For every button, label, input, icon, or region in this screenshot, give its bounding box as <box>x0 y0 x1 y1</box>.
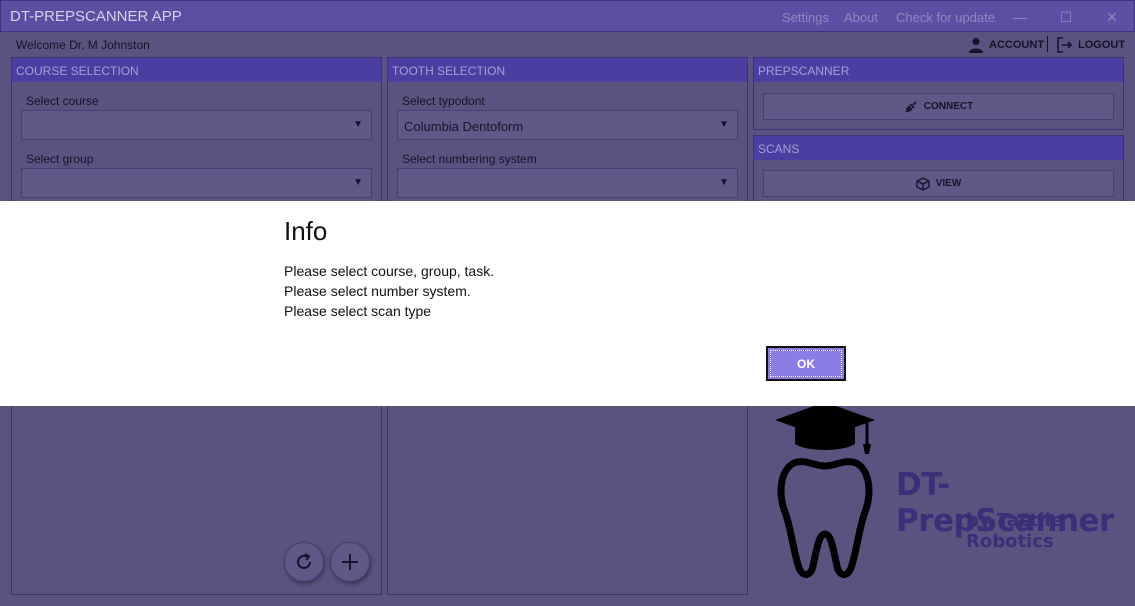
course-panel-title: COURSE SELECTION <box>12 58 381 82</box>
settings-link[interactable]: Settings <box>782 10 829 25</box>
group-select[interactable]: ▼ <box>21 168 372 198</box>
refresh-button[interactable] <box>284 542 324 582</box>
account-button[interactable]: ACCOUNT <box>968 37 1044 53</box>
app-title: DT-PREPSCANNER APP <box>10 8 182 25</box>
chevron-down-icon: ▼ <box>353 119 363 130</box>
scans-panel-title: SCANS <box>754 136 1123 160</box>
tooth-graduate-logo-icon <box>775 402 875 578</box>
refresh-icon <box>297 553 311 569</box>
title-bar: DT-PREPSCANNER APP Settings About Check … <box>0 0 1135 32</box>
chevron-down-icon: ▼ <box>353 177 363 188</box>
check-update-link[interactable]: Check for update <box>896 10 995 25</box>
view-button[interactable]: VIEW <box>763 170 1114 197</box>
logo-byline: by Tactile Robotics <box>966 510 1063 552</box>
dialog-message-line: Please select course, group, task. <box>284 263 495 279</box>
logout-label: LOGOUT <box>1078 39 1126 51</box>
dialog-message-line: Please select number system. <box>284 283 471 299</box>
minimize-button[interactable]: — <box>1009 7 1031 27</box>
numbering-label: Select numbering system <box>402 152 537 166</box>
chevron-down-icon: ▼ <box>719 177 729 188</box>
logout-button[interactable]: LOGOUT <box>1057 37 1125 53</box>
scans-panel: SCANS VIEW <box>753 135 1124 205</box>
welcome-text: Welcome Dr. M Johnston <box>16 38 150 52</box>
dialog-title: Info <box>284 216 328 246</box>
cube-icon <box>916 176 930 191</box>
course-label: Select course <box>26 94 99 108</box>
connect-button[interactable]: CONNECT <box>763 93 1114 120</box>
chevron-down-icon: ▼ <box>719 119 729 130</box>
view-label: VIEW <box>935 178 962 189</box>
add-button[interactable] <box>330 542 370 582</box>
about-link[interactable]: About <box>844 10 878 25</box>
account-label: ACCOUNT <box>989 39 1044 51</box>
group-label: Select group <box>26 152 94 166</box>
typodont-label: Select typodont <box>402 94 485 108</box>
user-icon <box>969 38 983 53</box>
prepscanner-panel-title: PREPSCANNER <box>754 58 1123 82</box>
ok-button[interactable]: OK <box>766 346 846 381</box>
typodont-select-value: Columbia Dentoform <box>404 119 524 134</box>
plus-icon <box>342 554 358 570</box>
tooth-panel-title: TOOTH SELECTION <box>388 58 747 82</box>
connect-label: CONNECT <box>923 101 974 112</box>
typodont-select[interactable]: Columbia Dentoform ▼ <box>397 110 738 140</box>
course-select[interactable]: ▼ <box>21 110 372 140</box>
logout-icon <box>1057 37 1073 53</box>
numbering-select[interactable]: ▼ <box>397 168 738 198</box>
prepscanner-panel: PREPSCANNER CONNECT <box>753 57 1124 130</box>
header-divider <box>1047 36 1048 52</box>
dialog-message-line: Please select scan type <box>284 303 432 319</box>
close-button[interactable]: ✕ <box>1101 7 1123 27</box>
plug-icon <box>905 100 917 113</box>
info-dialog: Info Please select course, group, task. … <box>0 201 1135 406</box>
maximize-button[interactable]: ☐ <box>1055 7 1077 27</box>
